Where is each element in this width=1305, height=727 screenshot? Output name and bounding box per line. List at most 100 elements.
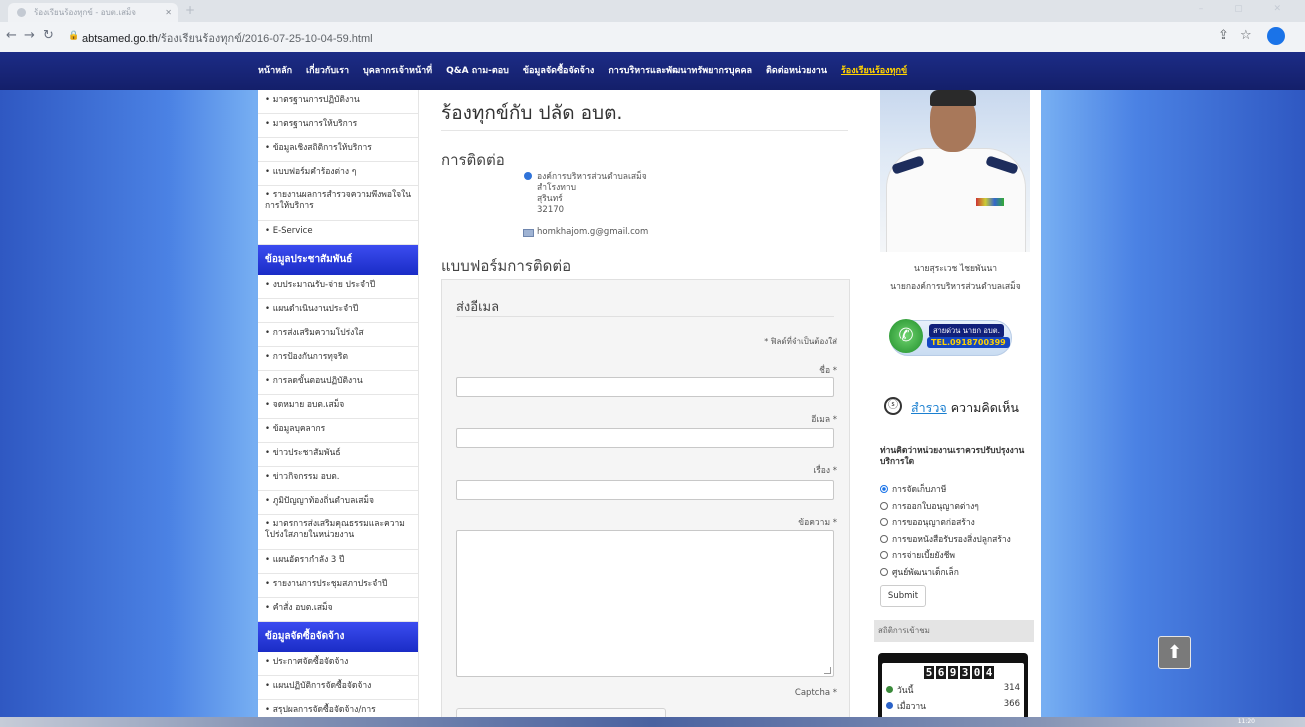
user-icon: [886, 686, 893, 693]
forward-icon[interactable]: →: [24, 28, 35, 43]
poll-option[interactable]: การขอหนังสือรับรองสิ่งปลูกสร้าง: [880, 532, 1011, 546]
sidebar-link[interactable]: • แผนอัตรากำลัง 3 ปี: [258, 550, 418, 574]
sidebar-link[interactable]: • ประกาศจัดซื้อจัดจ้าง: [258, 652, 418, 676]
captcha-label: Captcha *: [794, 688, 837, 698]
subject-field[interactable]: [456, 480, 834, 500]
globe-icon: [524, 172, 532, 180]
poll-logo-icon: ⓢ: [884, 397, 902, 415]
sidebar-link[interactable]: • รายงานการประชุมสภาประจำปี: [258, 574, 418, 598]
favicon-icon: [17, 8, 26, 17]
stat-yesterday: เมื่อวาน 366: [886, 699, 1020, 713]
stat-label: เมื่อวาน: [897, 702, 926, 712]
radio-button[interactable]: [880, 485, 888, 493]
contact-address: องค์การบริหารส่วนตำบลเสม็จ สำโรงทาบ สุริ…: [524, 172, 647, 216]
sidebar-link[interactable]: • แผนดำเนินงานประจำปี: [258, 299, 418, 323]
counter-digit: 9: [948, 666, 958, 679]
radio-button[interactable]: [880, 501, 888, 510]
mayor-photo: [880, 90, 1030, 252]
reload-icon[interactable]: ↻: [43, 28, 54, 43]
sidebar-link[interactable]: • E-Service: [258, 221, 418, 245]
browser-tab[interactable]: ร้องเรียนร้องทุกข์ - อบต.เสม็จ ✕: [8, 3, 178, 22]
nav-item[interactable]: ข้อมูลจัดซื้อจัดจ้าง: [523, 52, 594, 90]
radio-button[interactable]: [880, 567, 888, 576]
poll-submit-button[interactable]: Submit: [880, 585, 926, 607]
radio-button[interactable]: [880, 534, 888, 543]
poll-option[interactable]: การขออนุญาตก่อสร้าง: [880, 515, 975, 529]
nav-item[interactable]: Q&A ถาม-ตอบ: [446, 52, 509, 90]
poll-title-rest: ความคิดเห็น: [946, 400, 1019, 415]
form-heading: แบบฟอร์มการติดต่อ: [441, 257, 572, 275]
main-nav: หน้าหลัก เกี่ยวกับเรา บุคลากรเจ้าหน้าที่ Q&…: [0, 52, 1305, 90]
back-to-top-button[interactable]: ⬆: [1158, 636, 1191, 669]
sidebar-heading-procurement: ข้อมูลจัดซื้อจัดจ้าง: [258, 622, 418, 652]
name-field[interactable]: [456, 377, 834, 397]
address-bar: ← → ↻ 🔒 abtsamed.go.th/ร้องเรียนร้องทุกข…: [0, 22, 1305, 53]
email-field[interactable]: [456, 428, 834, 448]
bookmark-star-icon[interactable]: ☆: [1240, 28, 1252, 43]
url-text: abtsamed.go.th/ร้องเรียนร้องทุกข์/2016-0…: [82, 29, 373, 47]
message-label: ข้อความ *: [798, 518, 837, 528]
nav-item[interactable]: ร้องเรียนร้องทุกข์: [841, 52, 907, 90]
close-tab-icon[interactable]: ✕: [165, 3, 172, 22]
sidebar-link[interactable]: • แบบฟอร์มคำร้องต่าง ๆ: [258, 162, 418, 186]
browser-tabstrip: ร้องเรียนร้องทุกข์ - อบต.เสม็จ ✕ + – ▢ ✕: [0, 0, 1305, 22]
back-icon[interactable]: ←: [6, 28, 17, 43]
sidebar-link[interactable]: • มาตรฐานการให้บริการ: [258, 114, 418, 138]
hotline-banner[interactable]: ✆ สายด่วน นายก อบต. TEL.0918700399: [889, 319, 1012, 356]
sidebar-link[interactable]: • ภูมิปัญญาท้องถิ่นตำบลเสม็จ: [258, 491, 418, 515]
address-line: 32170: [537, 205, 565, 215]
captcha-widget[interactable]: [456, 708, 666, 717]
hotline-label: สายด่วน นายก อบต.: [929, 324, 1004, 338]
sidebar-link[interactable]: • มาตรฐานการปฏิบัติงาน: [258, 90, 418, 114]
contact-form: ส่งอีเมล * ฟิลด์ที่จำเป็นต้องใส่ ชื่อ * …: [441, 279, 850, 717]
sidebar-link[interactable]: • จดหมาย อบต.เสม็จ: [258, 395, 418, 419]
sidebar-link[interactable]: • คำสั่ง อบต.เสม็จ: [258, 598, 418, 622]
lock-icon: 🔒: [68, 31, 80, 41]
poll-title: สำรวจ ความคิดเห็น: [911, 398, 1019, 418]
stat-label: วันนี้: [897, 686, 914, 696]
new-tab-icon[interactable]: +: [185, 3, 195, 17]
message-textarea[interactable]: [456, 530, 834, 677]
profile-avatar[interactable]: [1267, 27, 1285, 45]
url-field[interactable]: 🔒 abtsamed.go.th/ร้องเรียนร้องทุกข์/2016…: [60, 27, 1180, 47]
person-name: นายสุระเวช ไชยพันนา: [913, 264, 998, 274]
radio-button[interactable]: [880, 551, 888, 559]
counter-digit: 6: [936, 666, 946, 679]
poll-option[interactable]: การจ่ายเบี้ยยังชีพ: [880, 548, 955, 562]
poll-option[interactable]: การจัดเก็บภาษี: [880, 482, 946, 496]
sidebar-link[interactable]: • ข่าวกิจกรรม อบต.: [258, 467, 418, 491]
poll-option-label: การจัดเก็บภาษี: [892, 485, 947, 495]
nav-item[interactable]: ติดต่อหน่วยงาน: [766, 52, 827, 90]
nav-item[interactable]: หน้าหลัก: [258, 52, 292, 90]
share-icon[interactable]: ⇪: [1218, 28, 1229, 43]
os-taskbar: 11:20: [0, 717, 1305, 727]
sidebar-link[interactable]: • การลดขั้นตอนปฏิบัติงาน: [258, 371, 418, 395]
address-line: สุรินทร์: [537, 194, 563, 204]
poll-option[interactable]: การออกใบอนุญาตต่างๆ: [880, 499, 979, 513]
sidebar-link[interactable]: • รายงานผลการสำรวจความพึงพอใจในการให้บริ…: [258, 186, 418, 221]
poll-title-accent[interactable]: สำรวจ: [911, 400, 947, 415]
sidebar-link[interactable]: • การส่งเสริมความโปร่งใส: [258, 323, 418, 347]
address-line: สำโรงทาบ: [537, 183, 577, 193]
nav-item[interactable]: เกี่ยวกับเรา: [306, 52, 349, 90]
sidebar-link[interactable]: • ข้อมูลเชิงสถิติการให้บริการ: [258, 138, 418, 162]
nav-item[interactable]: การบริหารและพัฒนาทรัพยากรบุคคล: [608, 52, 752, 90]
right-column: นายสุระเวช ไชยพันนา นายกองค์การบริหารส่ว…: [874, 90, 1038, 717]
sidebar-link[interactable]: • ข่าวประชาสัมพันธ์: [258, 443, 418, 467]
contact-email[interactable]: homkhajom.g@gmail.com: [523, 227, 648, 237]
sidebar-link[interactable]: • การป้องกันการทุจริต: [258, 347, 418, 371]
sidebar-link[interactable]: • มาตรการส่งเสริมคุณธรรมและความโปร่งใสภา…: [258, 515, 418, 550]
email-address[interactable]: homkhajom.g@gmail.com: [537, 227, 648, 237]
poll-option-label: การขออนุญาตก่อสร้าง: [892, 518, 975, 528]
divider: [441, 130, 848, 131]
sidebar: • มาตรฐานการปฏิบัติงาน • มาตรฐานการให้บริ…: [258, 90, 419, 717]
nav-item[interactable]: บุคลากรเจ้าหน้าที่: [363, 52, 432, 90]
user-icon: [886, 702, 893, 709]
sidebar-link[interactable]: • ข้อมูลบุคลากร: [258, 419, 418, 443]
poll-option[interactable]: ศูนย์พัฒนาเด็กเล็ก: [880, 565, 959, 579]
sidebar-link[interactable]: • แผนปฏิบัติการจัดซื้อจัดจ้าง: [258, 676, 418, 700]
radio-button[interactable]: [880, 518, 888, 526]
sidebar-link[interactable]: • งบประมาณรับ-จ่าย ประจำปี: [258, 275, 418, 299]
sidebar-link[interactable]: • สรุปผลการจัดซื้อจัดจ้าง/การ: [258, 700, 418, 717]
window-controls[interactable]: – ▢ ✕: [1199, 4, 1295, 14]
